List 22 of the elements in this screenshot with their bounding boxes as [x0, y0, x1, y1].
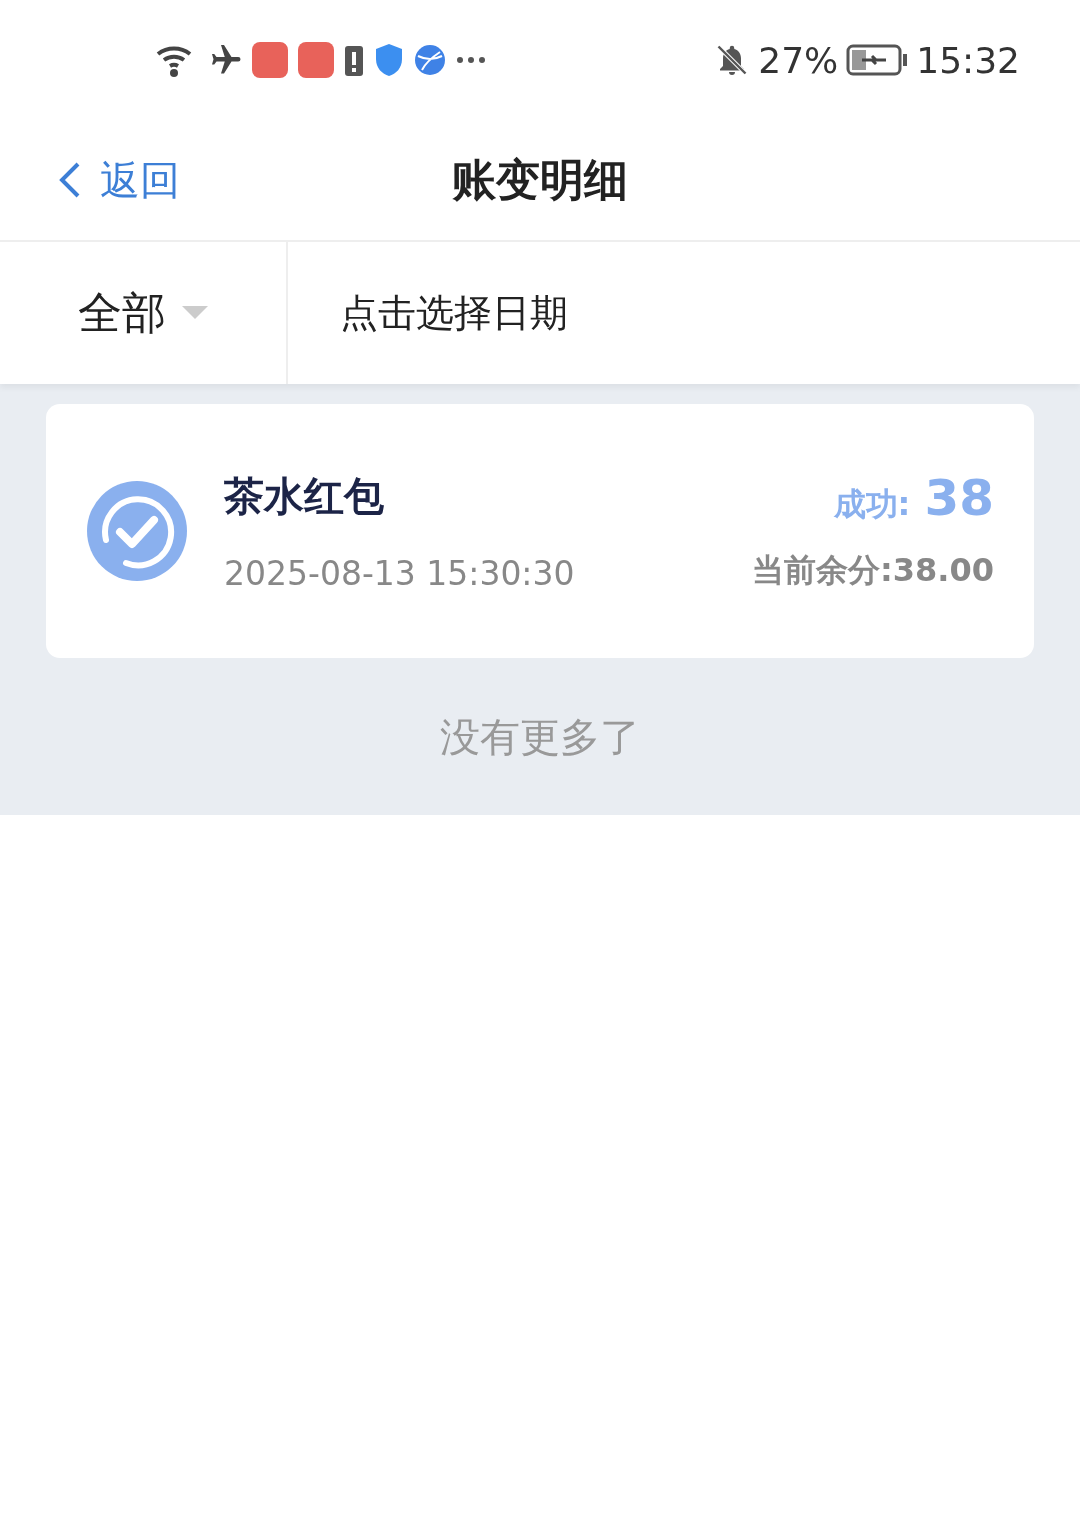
battery-alert-icon	[344, 43, 364, 77]
globe-icon	[414, 44, 446, 76]
more-icon	[456, 56, 486, 64]
no-more-text: 没有更多了	[440, 714, 640, 760]
record-time: 2025-08-13 15:30:30	[224, 554, 576, 593]
amount: 38	[924, 469, 994, 527]
page-title: 账变明细	[452, 152, 628, 207]
check-circle-icon	[86, 480, 188, 582]
app-icon	[252, 42, 288, 78]
status-label: 成功:	[833, 484, 911, 525]
back-button[interactable]: 返回	[0, 152, 180, 208]
category-dropdown[interactable]: 全部	[0, 242, 288, 384]
clock-time: 15:32	[916, 39, 1020, 81]
caret-icon	[182, 306, 208, 320]
date-picker[interactable]: 点击选择日期	[288, 242, 1080, 384]
balance-text: 当前余分:38.00	[752, 550, 994, 591]
back-chevron-icon	[58, 160, 82, 200]
app-icon	[298, 42, 334, 78]
shield-icon	[374, 43, 404, 77]
record-title: 茶水红包	[224, 472, 385, 521]
battery-charging-icon	[846, 44, 909, 76]
battery-percentage: 27%	[758, 39, 839, 81]
